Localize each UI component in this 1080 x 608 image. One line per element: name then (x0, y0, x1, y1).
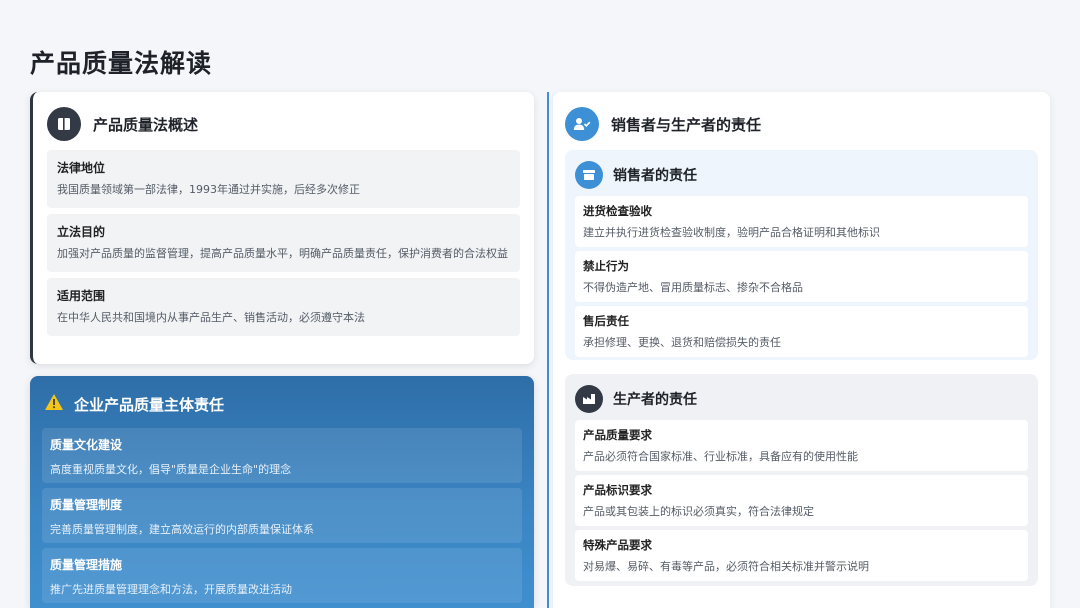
enterprise-card: 企业产品质量主体责任 质量文化建设 高度重视质量文化，倡导"质量是企业生命"的理… (30, 376, 534, 608)
producer-item: 产品标识要求 产品或其包装上的标识必须真实，符合法律规定 (575, 475, 1028, 526)
seller-item-label: 进货检查验收 (583, 204, 652, 218)
enterprise-item-label: 质量管理措施 (50, 558, 123, 572)
enterprise-item-text: 推广先进质量管理理念和方法，开展质量改进活动 (50, 583, 292, 596)
overview-item: 立法目的 加强对产品质量的监督管理，提高产品质量水平，明确产品质量责任，保护消费… (47, 214, 520, 272)
producer-title: 生产者的责任 (613, 392, 697, 408)
overview-item: 法律地位 我国质量领域第一部法律，1993年通过并实施，后经多次修正 (47, 150, 520, 208)
warning-icon (44, 393, 64, 415)
enterprise-header: 企业产品质量主体责任 (42, 386, 522, 422)
producer-item: 特殊产品要求 对易爆、易碎、有毒等产品，必须符合相关标准并警示说明 (575, 530, 1028, 581)
book-icon (47, 107, 81, 141)
overview-item-text: 我国质量领域第一部法律，1993年通过并实施，后经多次修正 (57, 183, 360, 196)
seller-section: 销售者的责任 进货检查验收 建立并执行进货检查验收制度，验明产品合格证明和其他标… (565, 150, 1038, 360)
overview-header: 产品质量法概述 (47, 106, 520, 142)
enterprise-item-label: 质量管理制度 (50, 498, 123, 512)
producer-item-label: 产品质量要求 (583, 428, 652, 442)
producer-item: 产品质量要求 产品必须符合国家标准、行业标准，具备应有的使用性能 (575, 420, 1028, 471)
seller-header: 销售者的责任 (575, 160, 1028, 190)
overview-item-label: 法律地位 (57, 161, 106, 175)
responsibility-title: 销售者与生产者的责任 (611, 115, 762, 134)
seller-item-text: 承担修理、更换、退货和赔偿损失的责任 (583, 336, 781, 349)
enterprise-item-text: 高度重视质量文化，倡导"质量是企业生命"的理念 (50, 463, 292, 476)
overview-item-label: 立法目的 (57, 225, 106, 239)
overview-item: 适用范围 在中华人民共和国境内从事产品生产、销售活动，必须遵守本法 (47, 278, 520, 336)
producer-item-text: 产品或其包装上的标识必须真实，符合法律规定 (583, 505, 814, 518)
producer-item-label: 特殊产品要求 (583, 538, 652, 552)
factory-icon (575, 385, 603, 413)
producer-header: 生产者的责任 (575, 384, 1028, 414)
page-title: 产品质量法解读 (30, 49, 213, 78)
producer-section: 生产者的责任 产品质量要求 产品必须符合国家标准、行业标准，具备应有的使用性能 … (565, 374, 1038, 586)
overview-card: 产品质量法概述 法律地位 我国质量领域第一部法律，1993年通过并实施，后经多次… (30, 92, 534, 364)
column-divider (547, 92, 549, 608)
overview-title: 产品质量法概述 (93, 115, 199, 134)
overview-item-text: 在中华人民共和国境内从事产品生产、销售活动，必须遵守本法 (57, 311, 365, 324)
seller-item-label: 禁止行为 (583, 259, 629, 273)
responsibility-header: 销售者与生产者的责任 (565, 106, 1038, 142)
seller-item-text: 建立并执行进货检查验收制度，验明产品合格证明和其他标识 (583, 226, 880, 239)
seller-item-text: 不得伪造产地、冒用质量标志、掺杂不合格品 (583, 281, 803, 294)
enterprise-item: 质量管理措施 推广先进质量管理理念和方法，开展质量改进活动 (42, 548, 522, 603)
seller-item: 禁止行为 不得伪造产地、冒用质量标志、掺杂不合格品 (575, 251, 1028, 302)
seller-title: 销售者的责任 (613, 168, 697, 184)
user-check-icon (565, 107, 599, 141)
enterprise-item-text: 完善质量管理制度，建立高效运行的内部质量保证体系 (50, 523, 314, 536)
enterprise-item: 质量管理制度 完善质量管理制度，建立高效运行的内部质量保证体系 (42, 488, 522, 543)
overview-item-label: 适用范围 (57, 289, 106, 303)
producer-item-text: 对易爆、易碎、有毒等产品，必须符合相关标准并警示说明 (583, 560, 869, 573)
producer-item-label: 产品标识要求 (583, 483, 652, 497)
enterprise-item: 质量文化建设 高度重视质量文化，倡导"质量是企业生命"的理念 (42, 428, 522, 483)
seller-item-label: 售后责任 (583, 314, 629, 328)
enterprise-title: 企业产品质量主体责任 (74, 395, 225, 414)
overview-item-text: 加强对产品质量的监督管理，提高产品质量水平，明确产品质量责任，保护消费者的合法权… (57, 247, 508, 260)
seller-item: 进货检查验收 建立并执行进货检查验收制度，验明产品合格证明和其他标识 (575, 196, 1028, 247)
seller-item: 售后责任 承担修理、更换、退货和赔偿损失的责任 (575, 306, 1028, 357)
producer-item-text: 产品必须符合国家标准、行业标准，具备应有的使用性能 (583, 450, 858, 463)
responsibility-card: 销售者与生产者的责任 销售者的责任 进货检查验收 建立并执行进货检查验收制度，验… (553, 92, 1050, 608)
enterprise-item-label: 质量文化建设 (50, 438, 123, 452)
store-icon (575, 161, 603, 189)
